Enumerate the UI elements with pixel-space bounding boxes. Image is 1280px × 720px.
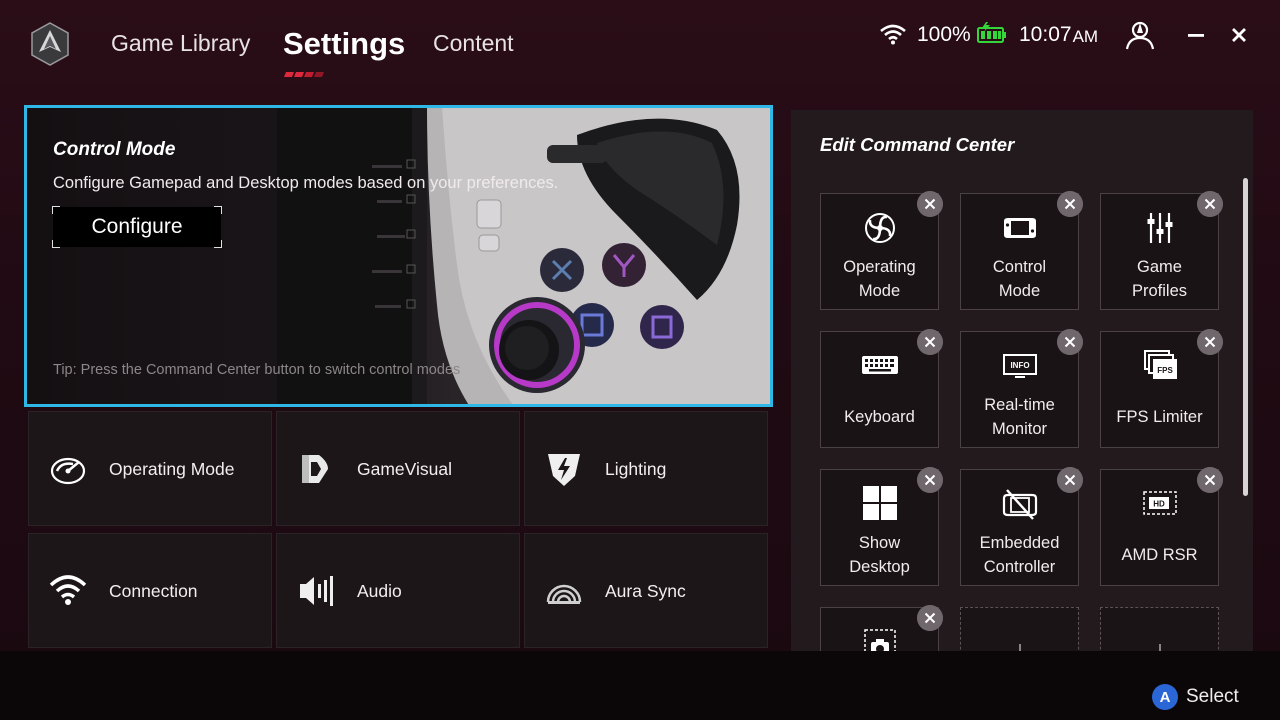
a-button-glyph: A [1159,688,1171,706]
cc-item-label: Monitor [991,420,1048,438]
tile-label: GameVisual [357,459,453,479]
monitor-icon: INFO [1003,354,1037,378]
configure-button[interactable]: Configure [52,206,222,248]
svg-text:INFO: INFO [1010,361,1029,370]
remove-icon[interactable] [917,605,943,631]
cc-item-label: Operating [843,258,916,276]
tile-operating-mode[interactable]: Operating Mode [28,411,272,526]
tile-lighting[interactable]: Lighting [524,411,768,526]
cc-item-label: FPS Limiter [1116,408,1203,426]
cc-add-slot[interactable] [960,607,1079,651]
audio-icon [300,576,333,606]
tab-game-library[interactable]: Game Library [111,30,250,57]
cc-item-label: AMD RSR [1121,546,1198,564]
gamevisual-icon [302,455,328,483]
wifi-status-icon [880,24,906,45]
clock: 10:07 AM [1019,23,1099,46]
svg-text:HD: HD [1153,500,1165,509]
tile-audio[interactable]: Audio [276,533,520,648]
a-button-icon: A [1152,684,1178,710]
tile-connection[interactable]: Connection [28,533,272,648]
command-center-title: Edit Command Center [820,134,1015,155]
cc-item-label: Real-time [984,396,1055,414]
bottom-bar [0,651,1280,720]
configure-button-label: Configure [91,215,183,238]
scrollbar[interactable] [1243,178,1248,496]
sliders-icon [1147,213,1173,243]
cc-item-label: Keyboard [844,408,915,426]
corner-bracket [214,206,222,214]
cc-item-label: Desktop [849,558,910,576]
cc-item-label: Control [992,258,1047,276]
control-mode-tip: Tip: Press the Command Center button to … [53,362,461,378]
tile-label: Operating Mode [109,459,235,479]
close-icon[interactable] [1226,22,1252,48]
tab-settings[interactable]: Settings [283,26,405,62]
remove-icon[interactable] [917,191,943,217]
cc-item-label: Game [1137,258,1182,276]
fps-icon: FPS [1144,350,1177,379]
tile-label: Lighting [605,459,667,479]
active-tab-indicator [284,72,324,77]
operating-mode-icon [50,457,86,485]
cc-item-label: Show [858,534,901,552]
cc-item-label: Profiles [1131,282,1188,300]
user-profile-icon[interactable] [1124,20,1156,50]
controller-off-icon [1002,489,1038,520]
svg-text:FPS: FPS [1157,366,1173,375]
corner-bracket [52,240,60,248]
armoury-crate-logo-icon [31,22,69,66]
corner-bracket [52,206,60,214]
tile-label: Aura Sync [605,581,686,601]
tile-label: Audio [357,581,402,601]
screenshot-icon [864,629,896,651]
edit-command-center-panel: Edit Command Center Operating Mode Contr… [791,110,1253,651]
cc-add-slot[interactable] [1100,607,1219,651]
remove-icon[interactable] [1057,329,1083,355]
remove-icon[interactable] [1057,191,1083,217]
wifi-icon [49,575,87,605]
top-bar: Game Library Settings Content 100% 10:07… [0,0,1280,92]
remove-icon[interactable] [1197,467,1223,493]
cc-item-label: Mode [858,282,901,300]
minimize-icon[interactable] [1183,22,1209,48]
fan-icon [865,213,895,243]
control-mode-description: Configure Gamepad and Desktop modes base… [53,174,559,192]
remove-icon[interactable] [1057,467,1083,493]
select-label: Select [1186,686,1239,707]
select-hint[interactable]: A Select [1152,684,1239,710]
cc-item-label: Controller [983,558,1056,576]
control-mode-title: Control Mode [53,139,176,160]
tile-gamevisual[interactable]: GameVisual [276,411,520,526]
handheld-icon [1004,218,1036,238]
hd-icon: HD [1143,491,1177,515]
windows-icon [863,486,897,520]
cc-item-label: Embedded [979,534,1060,552]
control-mode-card[interactable]: Control Mode Configure Gamepad and Deskt… [24,105,773,407]
tile-aura-sync[interactable]: Aura Sync [524,533,768,648]
remove-icon[interactable] [1197,191,1223,217]
tab-content[interactable]: Content [433,30,514,57]
remove-icon[interactable] [1197,329,1223,355]
tile-label: Connection [109,581,198,601]
add-icon [1159,644,1161,651]
keyboard-icon [862,356,898,374]
cc-item-label: Mode [998,282,1041,300]
corner-bracket [214,240,222,248]
remove-icon[interactable] [917,467,943,493]
battery-percent: 100% [917,23,971,46]
add-icon [1019,644,1021,651]
remove-icon[interactable] [917,329,943,355]
battery-charging-icon [977,22,1006,43]
lighting-icon [548,454,580,486]
aura-sync-icon [546,584,582,604]
